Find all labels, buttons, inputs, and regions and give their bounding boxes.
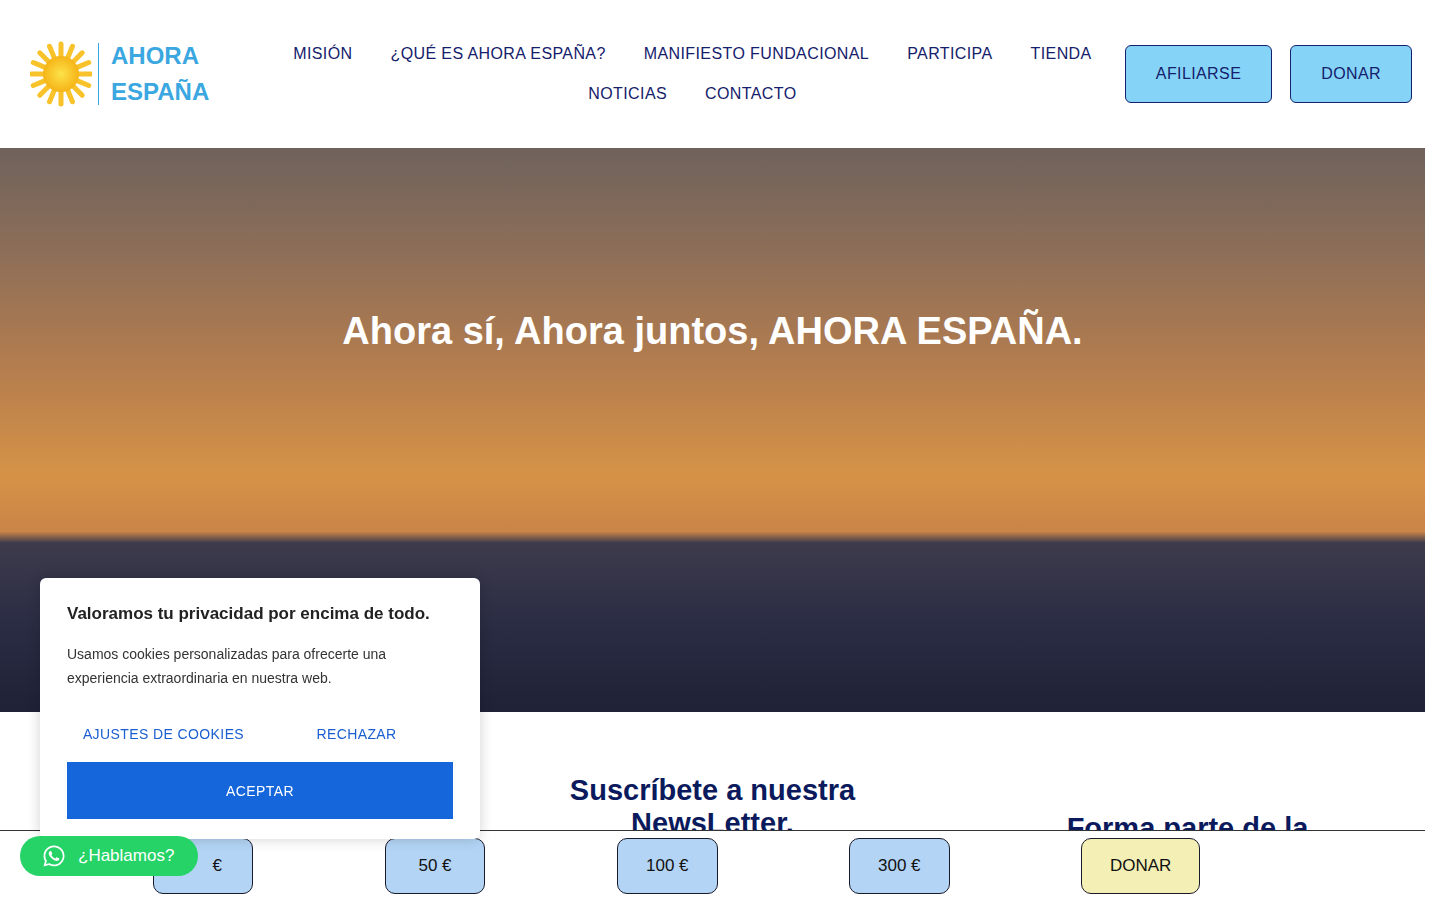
amount-slot: 100 € bbox=[617, 838, 849, 894]
nav-link[interactable]: MISIÓN bbox=[293, 45, 352, 63]
cookie-title: Valoramos tu privacidad por encima de to… bbox=[67, 602, 453, 626]
nav-link[interactable]: NOTICIAS bbox=[588, 85, 667, 103]
amount-slot: 300 € bbox=[849, 838, 1081, 894]
hero-title: Ahora sí, Ahora juntos, AHORA ESPAÑA. bbox=[0, 310, 1425, 353]
cookie-links: AJUSTES DE COOKIESRECHAZAR bbox=[67, 720, 453, 748]
donation-bar: €50 €100 €300 €DONAR bbox=[0, 830, 1425, 900]
logo-text: AHORAESPAÑA bbox=[111, 38, 209, 110]
main-nav: MISIÓN ¿QUÉ ES AHORA ESPAÑA? MANIFIESTO FU… bbox=[260, 45, 1125, 103]
nav-link[interactable]: ¿QUÉ ES AHORA ESPAÑA? bbox=[390, 45, 605, 63]
amount-button[interactable]: 300 € bbox=[849, 838, 950, 894]
cookie-banner: Valoramos tu privacidad por encima de to… bbox=[40, 578, 480, 839]
amount-button[interactable]: 50 € bbox=[385, 838, 485, 894]
nav-link[interactable]: CONTACTO bbox=[705, 85, 797, 103]
donate-button[interactable]: DONAR bbox=[1081, 838, 1200, 894]
header-button[interactable]: AFILIARSE bbox=[1125, 45, 1272, 103]
header-button[interactable]: DONAR bbox=[1290, 45, 1412, 103]
logo-divider bbox=[98, 43, 99, 105]
amount-button[interactable]: 100 € bbox=[617, 838, 718, 894]
cookie-accept-button[interactable]: ACEPTAR bbox=[67, 762, 453, 819]
section-column: Forma parte de la bbox=[950, 712, 1425, 845]
cookie-settings-button[interactable]: AJUSTES DE COOKIES bbox=[67, 720, 260, 748]
whatsapp-button[interactable]: ¿Hablamos? bbox=[20, 836, 198, 876]
page: AHORAESPAÑA MISIÓN ¿QUÉ ES AHORA ESPAÑA? MA… bbox=[0, 0, 1440, 900]
cookie-text: Usamos cookies personalizadas para ofrec… bbox=[67, 642, 453, 690]
nav-row: MISIÓN ¿QUÉ ES AHORA ESPAÑA? MANIFIESTO FU… bbox=[293, 45, 1092, 63]
amount-slot: DONAR bbox=[1081, 838, 1313, 894]
section-column: Suscríbete a nuestra NewsLetter. bbox=[475, 712, 950, 845]
nav-link[interactable]: TIENDA bbox=[1031, 45, 1092, 63]
nav-link[interactable]: PARTICIPA bbox=[907, 45, 992, 63]
header: AHORAESPAÑA MISIÓN ¿QUÉ ES AHORA ESPAÑA? MA… bbox=[0, 0, 1440, 148]
nav-row: NOTICIAS CONTACTO bbox=[588, 85, 796, 103]
whatsapp-icon bbox=[42, 844, 66, 868]
header-buttons: AFILIARSE DONAR bbox=[1125, 45, 1412, 103]
amount-slot: 50 € bbox=[385, 838, 617, 894]
logo[interactable]: AHORAESPAÑA bbox=[30, 31, 260, 117]
sun-logo-icon bbox=[30, 31, 92, 117]
nav-link[interactable]: MANIFIESTO FUNDACIONAL bbox=[644, 45, 869, 63]
cookie-reject-button[interactable]: RECHAZAR bbox=[260, 720, 453, 748]
